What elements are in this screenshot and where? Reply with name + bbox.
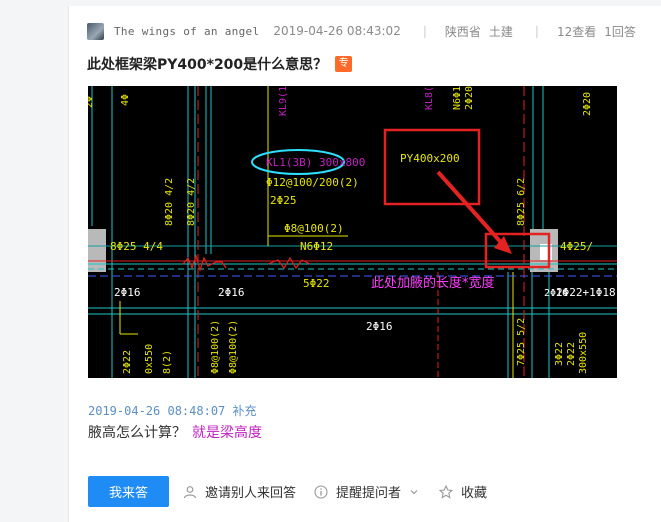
chevron-down-icon bbox=[407, 485, 421, 499]
province-label[interactable]: 陕西省 bbox=[445, 23, 481, 40]
cad-label: N6Φ1 bbox=[452, 86, 463, 110]
cad-label: Φ8@100(2) bbox=[284, 222, 344, 235]
question-title[interactable]: 此处框架梁PY400*200是什么意思？ bbox=[87, 54, 327, 74]
cad-label: KL9(1) bbox=[278, 86, 289, 116]
cad-label: 2Φ bbox=[88, 96, 95, 108]
cad-label: 300x550 bbox=[578, 332, 589, 374]
cad-label: 4Φ bbox=[120, 94, 131, 106]
cad-drawing-image[interactable]: KL1(3B) 300x800 PY400x200 Φ12@100/200(2)… bbox=[88, 86, 617, 378]
remind-action[interactable]: 提醒提问者 bbox=[314, 482, 421, 501]
supplement-highlight: 就是梁高度 bbox=[192, 425, 262, 441]
cad-label: 7Φ25 5/2 bbox=[516, 318, 527, 366]
answer-button[interactable]: 我来答 bbox=[88, 476, 169, 507]
star-icon bbox=[439, 484, 454, 499]
meta-separator: | bbox=[422, 24, 427, 38]
remind-label: 提醒提问者 bbox=[336, 486, 402, 501]
cad-label: 3Φ22 bbox=[554, 342, 565, 366]
column-left bbox=[88, 229, 106, 272]
question-title-row: 此处框架梁PY400*200是什么意思？ 专 bbox=[87, 54, 353, 74]
question-card: The wings of an angel 2019-04-26 08:43:0… bbox=[68, 6, 661, 522]
favorite-label: 收藏 bbox=[461, 486, 488, 501]
cad-label: N6Φ12 bbox=[300, 240, 333, 253]
cad-label: Φ8@100(2) bbox=[228, 320, 239, 374]
cad-label: 2Φ20 bbox=[464, 86, 475, 110]
expert-tag-badge: 专 bbox=[335, 56, 353, 72]
supplement-time: 2019-04-26 08:48:07 补充 bbox=[88, 404, 257, 418]
action-bar: 我来答 邀请别人来回答 提醒提问者 收藏 bbox=[88, 476, 505, 507]
author-name[interactable]: The wings of an angel bbox=[114, 25, 259, 38]
views-count: 12查看 bbox=[556, 24, 597, 39]
cad-label: KL1(3B) 300x800 bbox=[266, 156, 365, 169]
invite-action[interactable]: 邀请别人来回答 bbox=[183, 482, 296, 501]
user-icon bbox=[183, 485, 197, 499]
cad-label: Φ8@100(2) bbox=[210, 320, 221, 374]
supplement-text-row: 腋高怎么计算？ 就是梁高度 bbox=[88, 422, 262, 442]
cad-label: 2Φ16 bbox=[366, 320, 393, 333]
cad-label: 8Φ20 4/2 bbox=[186, 178, 197, 226]
cad-label: 5Φ22 bbox=[303, 277, 330, 290]
cad-label: 4Φ25/ bbox=[560, 240, 593, 253]
cad-label: KL8(1) bbox=[424, 86, 435, 110]
cad-label: 2Φ25 bbox=[270, 194, 297, 207]
cad-label: 8(2) bbox=[162, 350, 173, 374]
meta-separator-2: | bbox=[534, 24, 539, 38]
cad-label: 8Φ25 4/4 bbox=[110, 240, 163, 253]
cad-label: 8Φ20 4/2 bbox=[164, 178, 175, 226]
answers-count: 1回答 bbox=[604, 24, 636, 39]
cad-label: 0x550 bbox=[144, 344, 155, 374]
cad-label: 2Φ22 bbox=[566, 342, 577, 366]
info-icon bbox=[314, 484, 328, 499]
cad-label: 2Φ20 bbox=[582, 92, 593, 116]
cad-label: 2Φ22 bbox=[122, 350, 133, 374]
invite-label: 邀请别人来回答 bbox=[205, 486, 297, 501]
haunch-note: 此处加腋的长度*宽度 bbox=[371, 275, 495, 291]
favorite-action[interactable]: 收藏 bbox=[439, 482, 487, 501]
posted-time: 2019-04-26 08:43:02 bbox=[273, 24, 401, 38]
cad-label: Φ12@100/200(2) bbox=[266, 176, 359, 189]
question-meta: The wings of an angel 2019-04-26 08:43:0… bbox=[87, 22, 636, 40]
cad-label: 2Φ16 bbox=[218, 286, 245, 299]
avatar[interactable] bbox=[87, 22, 104, 40]
cad-label: 2Φ16 bbox=[114, 286, 141, 299]
cad-label: PY400x200 bbox=[400, 152, 460, 165]
supplement-text: 腋高怎么计算？ bbox=[88, 425, 186, 441]
category-label[interactable]: 土建 bbox=[489, 23, 513, 40]
cad-label: 8Φ25 6/2 bbox=[516, 178, 527, 226]
cad-label: 2Φ16 bbox=[544, 288, 568, 299]
